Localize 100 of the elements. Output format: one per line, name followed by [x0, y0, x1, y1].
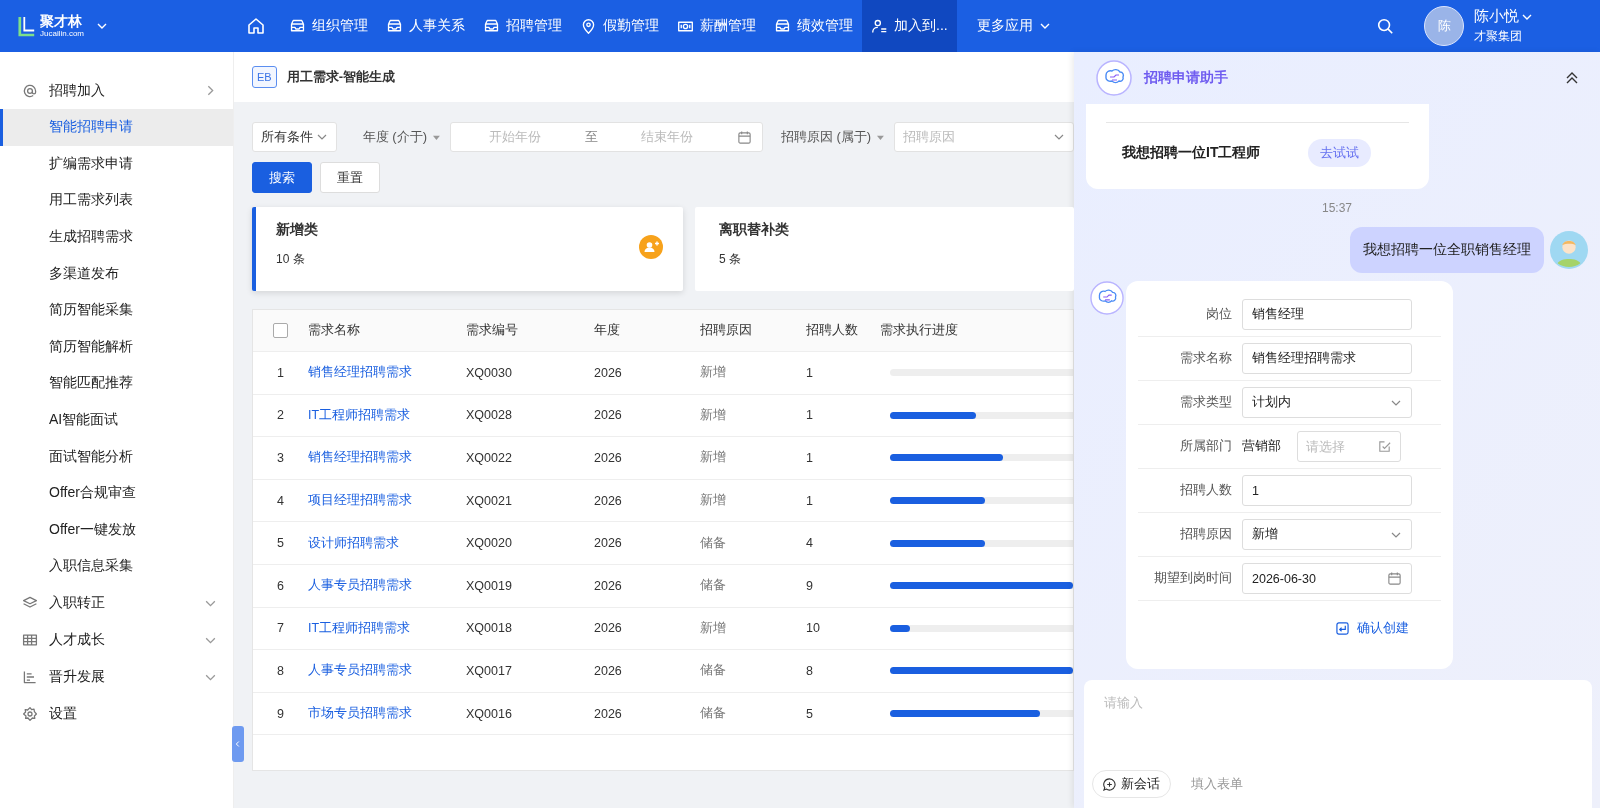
sidebar-item[interactable]: 面试智能分析 — [0, 438, 233, 475]
sidebar-item[interactable]: Offer合规审查 — [0, 474, 233, 512]
input-field[interactable]: 销售经理 — [1242, 299, 1412, 330]
table-cell-text: 2026 — [594, 493, 623, 508]
sidebar-item[interactable]: Offer一键发放 — [0, 511, 233, 549]
form-label: 招聘人数 — [1179, 482, 1232, 499]
calendar-icon[interactable] — [1387, 571, 1402, 586]
nav-item[interactable]: 招聘管理 — [474, 0, 571, 52]
select-field[interactable]: 计划内 — [1242, 387, 1412, 418]
condition-dropdown[interactable]: 所有条件 — [252, 122, 337, 152]
summary-card[interactable]: 离职替补类 5 条 — [695, 207, 1074, 291]
nav-item[interactable]: 人事关系 — [377, 0, 474, 52]
column-header: 需求编号 — [466, 322, 519, 339]
table-cell-text: XQ0019 — [466, 578, 513, 593]
table-cell-text: XQ0022 — [466, 451, 513, 465]
company-name: 才聚集团 — [1474, 29, 1522, 43]
sidebar-group[interactable]: 入职转正 — [0, 584, 233, 622]
settings-icon[interactable] — [22, 706, 38, 723]
bar-list-icon[interactable] — [22, 669, 38, 686]
enter-icon[interactable] — [1336, 621, 1349, 635]
requirement-link[interactable]: 设计师招聘需求 — [308, 534, 466, 552]
requirement-link[interactable]: 项目经理招聘需求 — [308, 492, 466, 510]
reset-button[interactable]: 重置 — [320, 162, 380, 193]
card-count: 5 条 — [719, 251, 742, 268]
requirement-link[interactable]: 销售经理招聘需求 — [308, 449, 466, 467]
column-header: 招聘人数 — [806, 322, 859, 339]
table-cell-text: 5 — [806, 706, 814, 721]
summary-card[interactable]: 新增类 10 条 — [252, 207, 683, 291]
requirement-link[interactable]: IT工程师招聘需求 — [308, 619, 466, 637]
requirement-link[interactable]: 人事专员招聘需求 — [308, 662, 466, 680]
sidebar-item[interactable]: 多渠道发布 — [0, 255, 233, 292]
table-cell-text: 储备 — [700, 662, 727, 680]
caret-icon[interactable] — [877, 133, 884, 141]
chat-plus-icon[interactable] — [1103, 777, 1116, 791]
table-cell-text: 新增 — [700, 619, 727, 637]
sidebar-item[interactable]: 入职信息采集 — [0, 548, 233, 585]
table-cell-text: 10 — [806, 621, 821, 636]
column-header: 需求名称 — [308, 322, 361, 339]
sidebar-group[interactable]: 人才成长 — [0, 621, 233, 659]
search-button[interactable]: 搜索 — [252, 162, 312, 193]
sidebar-item[interactable]: 简历智能解析 — [0, 328, 233, 366]
location-pin-icon[interactable] — [580, 17, 597, 35]
form-label: 期望到岗时间 — [1153, 570, 1232, 587]
table-cell-text: 新增 — [700, 406, 727, 424]
logo-subtitle: Jucailin.com — [40, 30, 84, 38]
filter-label[interactable]: 招聘原因 (属于) — [780, 128, 872, 146]
collapse-icon[interactable] — [1564, 70, 1580, 86]
try-button[interactable]: 去试试 — [1308, 139, 1372, 167]
assistant-title: 招聘申请助手 — [1144, 69, 1228, 87]
sidebar-item[interactable]: 生成招聘需求 — [0, 218, 233, 256]
table-cell-text: XQ0028 — [466, 408, 513, 423]
table-cell-text: 2026 — [594, 408, 623, 423]
table-cell-text: 新增 — [700, 364, 727, 382]
table-cell-text: 2026 — [594, 663, 623, 678]
input-field[interactable]: 销售经理招聘需求 — [1242, 343, 1412, 374]
requirement-link[interactable]: 销售经理招聘需求 — [308, 364, 466, 382]
sidebar-item[interactable]: 简历智能采集 — [0, 291, 233, 329]
requirement-link[interactable]: IT工程师招聘需求 — [308, 406, 466, 424]
row-number: 6 — [276, 578, 285, 593]
select-all-checkbox[interactable] — [273, 323, 288, 339]
user-message: 我想招聘一位全职销售经理 — [1350, 227, 1544, 273]
year-range-field[interactable]: 开始年份 至 结束年份 — [449, 122, 763, 152]
sidebar-group[interactable]: 晋升发展 — [0, 658, 233, 696]
sidebar-item[interactable]: AI智能面试 — [0, 401, 233, 439]
requirement-link[interactable]: 人事专员招聘需求 — [308, 577, 466, 595]
table-cell-text: 1 — [806, 451, 814, 465]
nav-item[interactable]: 加入到... — [862, 0, 957, 52]
new-chat-button[interactable]: 新会话 — [1092, 770, 1171, 798]
checkbox-edit-icon[interactable] — [1377, 439, 1392, 454]
requirement-link[interactable]: 市场专员招聘需求 — [308, 705, 466, 723]
more-apps-menu[interactable]: 更多应用 — [956, 0, 1060, 52]
sidebar-item[interactable]: 扩编需求申请 — [0, 145, 233, 183]
input-field[interactable]: 1 — [1242, 475, 1412, 506]
table-cell-text: 1 — [806, 365, 814, 380]
date-field[interactable]: 2026-06-30 — [1242, 563, 1412, 594]
sidebar-group[interactable]: 设置 — [0, 695, 233, 733]
table-cell-text: 1 — [806, 408, 814, 423]
nav-item[interactable]: 假勤管理 — [571, 0, 668, 52]
search-icon[interactable] — [1376, 17, 1394, 35]
caret-icon[interactable] — [433, 133, 440, 141]
sidebar-group[interactable]: 招聘加入 — [0, 72, 233, 109]
calendar-icon[interactable] — [736, 129, 752, 145]
user-name[interactable]: 陈小悦 — [1474, 7, 1519, 26]
message-input[interactable]: 请输入 新会话 填入表单 — [1084, 680, 1592, 808]
nav-item[interactable]: 组织管理 — [280, 0, 377, 52]
nav-item[interactable]: 薪酬管理 — [668, 0, 765, 52]
at-sign-icon[interactable] — [22, 82, 38, 99]
confirm-create-link[interactable]: 确认创建 — [1336, 619, 1409, 637]
sidebar-item[interactable]: 用工需求列表 — [0, 182, 233, 219]
sidebar-item[interactable]: 智能匹配推荐 — [0, 365, 233, 402]
home-icon[interactable] — [246, 16, 266, 36]
filter-label[interactable]: 年度 (介于) — [362, 128, 427, 146]
select-field[interactable]: 新增 — [1242, 519, 1412, 550]
nav-item[interactable]: 绩效管理 — [765, 0, 862, 52]
row-number: 5 — [276, 536, 285, 551]
table-cell-text: 2026 — [594, 451, 623, 465]
bot-avatar-icon — [1096, 60, 1132, 96]
sidebar-item[interactable]: 智能招聘申请 — [0, 109, 233, 146]
person-list-icon[interactable] — [871, 17, 888, 35]
table-cell-text: XQ0018 — [466, 621, 513, 636]
